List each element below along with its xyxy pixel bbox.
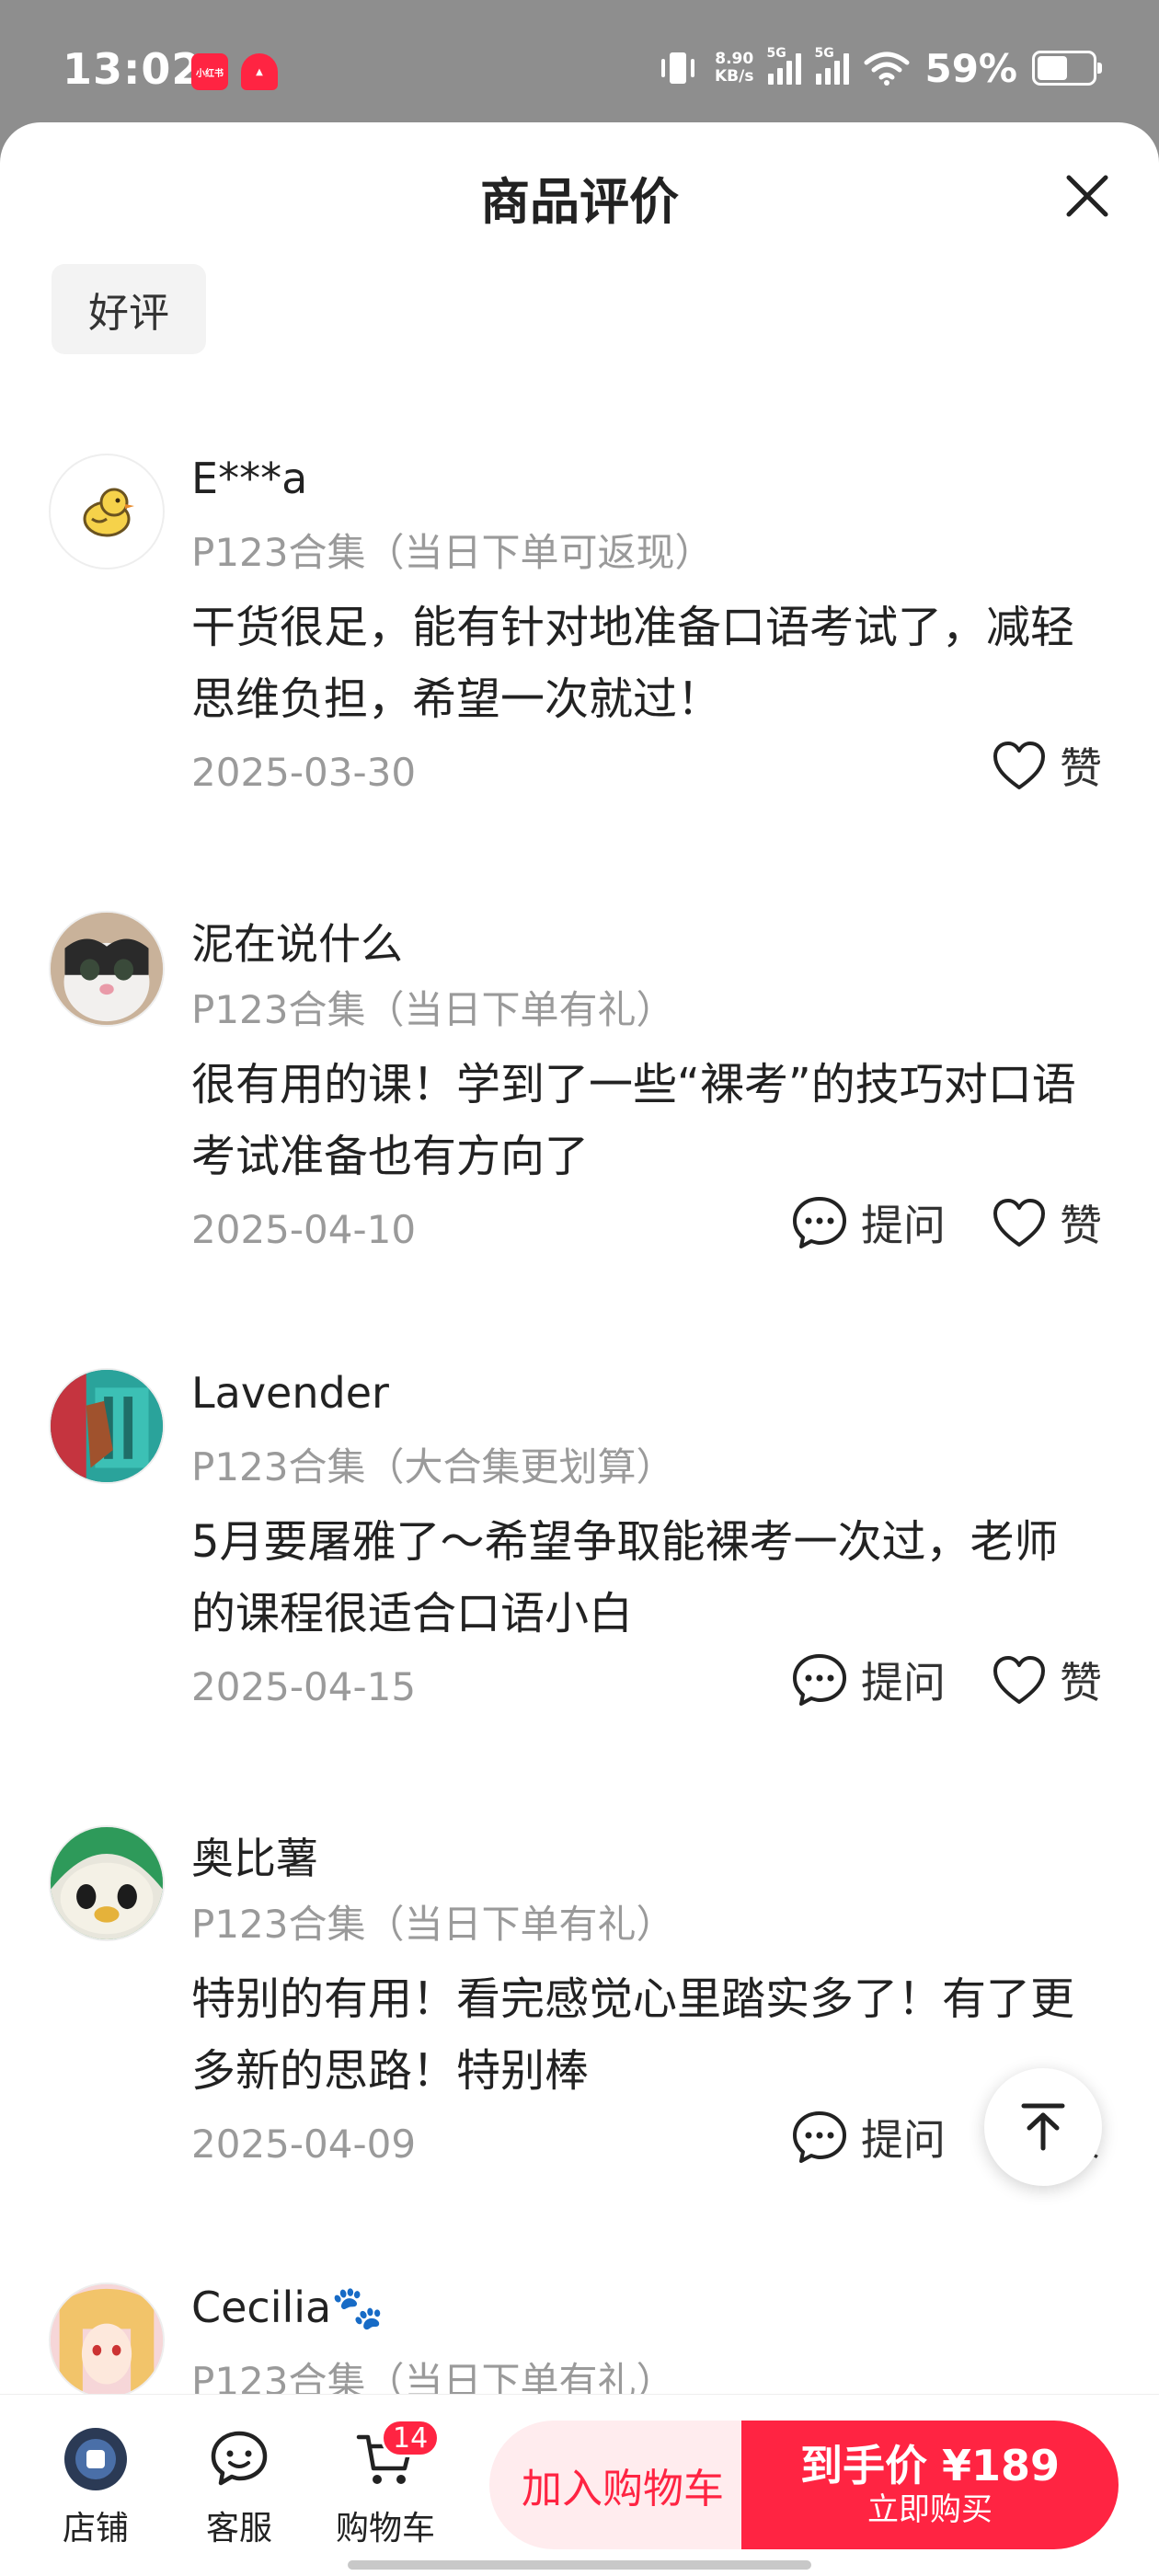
review-item: Lavender P123合集（大合集更划算） 5月要屠雅了～希望争取能裸考一次… — [0, 1368, 1159, 1825]
anime-avatar-icon — [51, 2284, 163, 2397]
buy-now-label: 立即购买 — [867, 2491, 993, 2528]
heart-icon — [993, 1656, 1045, 1704]
close-button[interactable] — [1060, 168, 1115, 224]
shop-label: 店铺 — [62, 2510, 129, 2547]
review-date: 2025-04-10 — [191, 1207, 417, 1252]
buy-price: 到手价 ¥189 — [799, 2441, 1061, 2490]
review-username: Lavender — [191, 1368, 389, 1418]
bird-avatar-icon — [51, 1827, 163, 1939]
review-text: 特别的有用！看完感觉心里踏实多了！有了更多新的思路！特别棒 — [191, 1973, 1075, 2097]
signal-icon-1: 5G — [766, 46, 802, 85]
service-label: 客服 — [205, 2510, 272, 2547]
user-avatar[interactable] — [49, 454, 165, 569]
chat-bubble-icon — [211, 2431, 268, 2486]
like-label: 赞 — [1060, 1201, 1102, 1250]
battery-percent: 59% — [924, 45, 1017, 91]
user-avatar[interactable] — [49, 1368, 165, 1484]
photo-avatar-icon — [51, 1370, 163, 1482]
ask-label: 提问 — [861, 2115, 946, 2165]
duck-avatar-icon — [83, 488, 134, 537]
review-variant: P123合集（当日下单可返现） — [191, 530, 714, 575]
ask-button[interactable]: 提问 — [791, 1192, 946, 1253]
user-avatar[interactable] — [49, 911, 165, 1027]
review-date: 2025-03-30 — [191, 750, 417, 795]
review-variant: P123合集（当日下单有礼） — [191, 987, 675, 1032]
ask-button[interactable]: 提问 — [791, 2107, 946, 2168]
battery-icon — [1032, 51, 1102, 86]
review-item: E***a P123合集（当日下单可返现） 干货很足，能有针对地准备口语考试了，… — [0, 454, 1159, 911]
add-to-cart-button[interactable]: 加入购物车 — [489, 2421, 756, 2549]
cart-count-badge: 14 — [381, 2419, 441, 2457]
network-speed: 8.90 KB/s — [715, 50, 754, 86]
question-bubble-icon — [793, 1654, 846, 1706]
cart-label: 购物车 — [335, 2510, 435, 2547]
filter-chip-positive[interactable]: 好评 — [52, 264, 206, 354]
review-username: E***a — [191, 454, 308, 503]
review-actions: 提问 赞 — [791, 1192, 1102, 1253]
review-date: 2025-04-15 — [191, 1664, 417, 1709]
wifi-icon — [864, 52, 910, 86]
review-actions: 提问 赞 — [791, 1650, 1102, 1710]
review-username: 奥比薯 — [191, 1834, 318, 1883]
shop-avatar-icon — [64, 2428, 127, 2490]
like-button[interactable]: 赞 — [992, 1192, 1102, 1253]
status-bar: 13:02 小红书 ▲ 8.90 KB/s 5G 5G 59% — [0, 0, 1159, 124]
app-notification-icon: ▲ — [241, 53, 278, 90]
heart-icon — [993, 1199, 1045, 1247]
arrow-up-icon — [1021, 2103, 1065, 2151]
shop-button[interactable]: 店铺 — [40, 2426, 151, 2549]
like-label: 赞 — [1060, 1658, 1102, 1708]
like-button[interactable]: 赞 — [992, 1650, 1102, 1710]
review-actions: 赞 — [992, 735, 1102, 796]
question-bubble-icon — [793, 2111, 846, 2163]
close-icon — [1066, 175, 1108, 217]
review-item: 奥比薯 P123合集（当日下单有礼） 特别的有用！看完感觉心里踏实多了！有了更多… — [0, 1825, 1159, 2283]
signal-icon-2: 5G — [814, 46, 850, 85]
buy-now-button[interactable]: 到手价 ¥189 立即购买 — [741, 2421, 1119, 2549]
vibrate-icon — [661, 52, 694, 84]
review-item: 泥在说什么 P123合集（当日下单有礼） 很有用的课！学到了一些“裸考”的技巧对… — [0, 911, 1159, 1368]
user-avatar[interactable] — [49, 1825, 165, 1941]
customer-service-button[interactable]: 客服 — [184, 2426, 294, 2549]
heart-icon — [993, 742, 1045, 789]
user-avatar[interactable] — [49, 2283, 165, 2398]
status-indicators: 8.90 KB/s 5G 5G 59% — [656, 44, 1102, 92]
review-date: 2025-04-09 — [191, 2122, 417, 2167]
sheet-title: 商品评价 — [480, 173, 679, 231]
status-time: 13:02 — [63, 44, 202, 94]
xiaohongshu-notification-icon: 小红书 — [191, 53, 228, 90]
review-variant: P123合集（大合集更划算） — [191, 1444, 675, 1489]
reviews-sheet: 商品评价 好评 E***a P123合集（当日下单可返现） 干货很足，能有针对地… — [0, 122, 1159, 2576]
review-text: 很有用的课！学到了一些“裸考”的技巧对口语考试准备也有方向了 — [191, 1059, 1076, 1182]
cat-avatar-icon — [51, 913, 163, 1025]
like-label: 赞 — [1060, 743, 1102, 793]
like-button[interactable]: 赞 — [992, 735, 1102, 796]
review-text: 干货很足，能有针对地准备口语考试了，减轻思维负担，希望一次就过！ — [191, 602, 1075, 725]
review-username: 泥在说什么 — [191, 919, 403, 969]
question-bubble-icon — [793, 1197, 846, 1248]
scroll-to-top-button[interactable] — [984, 2068, 1102, 2186]
ask-button[interactable]: 提问 — [791, 1650, 946, 1710]
home-indicator[interactable] — [348, 2560, 811, 2570]
ask-label: 提问 — [861, 1201, 946, 1250]
review-username: Cecilia🐾 — [191, 2283, 384, 2332]
review-variant: P123合集（当日下单有礼） — [191, 1902, 675, 1947]
review-text: 5月要屠雅了～希望争取能裸考一次过，老师的课程很适合口语小白 — [191, 1516, 1059, 1639]
bottom-action-bar: 店铺 客服 购物车 14 加入购物车 到手价 ¥189 立即购买 — [0, 2394, 1159, 2576]
ask-label: 提问 — [861, 1658, 946, 1708]
